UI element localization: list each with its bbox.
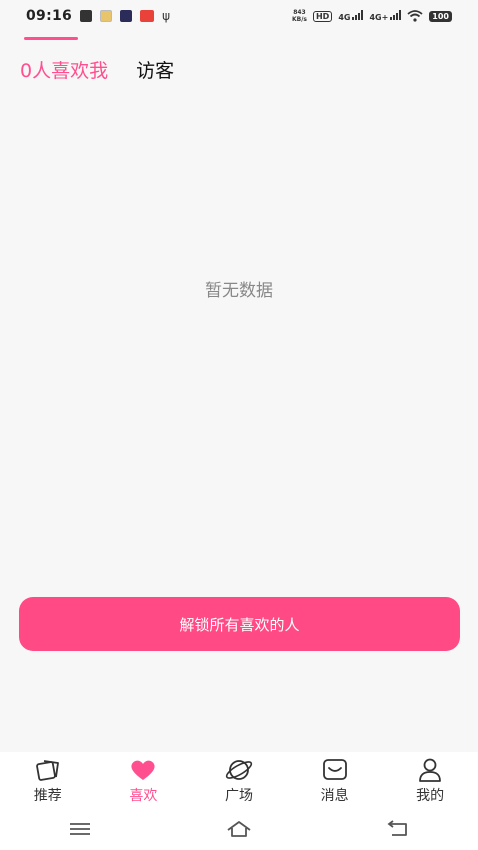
battery-indicator: 100	[429, 10, 452, 22]
status-bar: 09:16 ψ 843 KB/s HD 4G 4G+ 100	[0, 0, 478, 32]
home-icon	[227, 821, 251, 837]
nav-label-profile: 我的	[416, 788, 445, 804]
notification-video-icon	[120, 10, 133, 22]
message-icon	[321, 757, 349, 783]
signal-bars-icon	[352, 10, 364, 20]
clock: 09:16	[26, 8, 73, 24]
notification-check-icon	[80, 10, 93, 22]
notification-app-icon	[140, 10, 155, 22]
cards-icon	[34, 757, 62, 783]
active-tab-indicator	[24, 37, 78, 40]
tab-liked-me[interactable]: 0人喜欢我	[20, 56, 108, 83]
tab-visitors[interactable]: 访客	[136, 56, 174, 83]
nav-label-messages: 消息	[320, 788, 349, 804]
planet-icon	[225, 757, 253, 783]
empty-state-text: 暂无数据	[205, 281, 273, 301]
nav-item-likes[interactable]: 喜欢	[103, 752, 183, 808]
heart-icon	[129, 757, 157, 783]
signal-4gplus: 4G+	[369, 10, 402, 22]
menu-icon	[69, 823, 90, 835]
status-left: 09:16 ψ	[26, 8, 170, 24]
signal-bars-icon	[390, 10, 402, 20]
nav-label-recommend: 推荐	[33, 788, 62, 804]
nav-item-profile[interactable]: 我的	[390, 752, 470, 808]
nav-item-recommend[interactable]: 推荐	[8, 752, 88, 808]
usb-icon: ψ	[162, 9, 170, 23]
unlock-all-button[interactable]: 解锁所有喜欢的人	[19, 597, 460, 651]
nav-label-plaza: 广场	[224, 788, 253, 804]
network-speed-value: 843	[293, 9, 306, 16]
home-button[interactable]	[219, 814, 259, 844]
system-navigation-bar	[0, 808, 478, 850]
status-right: 843 KB/s HD 4G 4G+ 100	[292, 9, 452, 23]
signal-4g: 4G	[338, 10, 364, 22]
nav-label-likes: 喜欢	[129, 788, 158, 804]
tab-bar: 0人喜欢我 访客	[20, 56, 174, 83]
nav-item-messages[interactable]: 消息	[295, 752, 375, 808]
profile-icon	[416, 757, 444, 783]
nav-item-plaza[interactable]: 广场	[199, 752, 279, 808]
signal-4g-label: 4G	[338, 13, 351, 22]
network-speed: 843 KB/s	[292, 9, 307, 23]
network-speed-unit: KB/s	[291, 16, 307, 23]
menu-button[interactable]	[60, 814, 100, 844]
notification-gallery-icon	[100, 10, 113, 22]
hd-badge: HD	[312, 10, 333, 22]
signal-4gplus-label: 4G+	[369, 13, 389, 22]
wifi-icon	[407, 10, 423, 22]
back-icon	[387, 820, 408, 836]
back-button[interactable]	[378, 814, 418, 844]
bottom-navigation: 推荐 喜欢 广场 消息 我的	[0, 752, 478, 808]
